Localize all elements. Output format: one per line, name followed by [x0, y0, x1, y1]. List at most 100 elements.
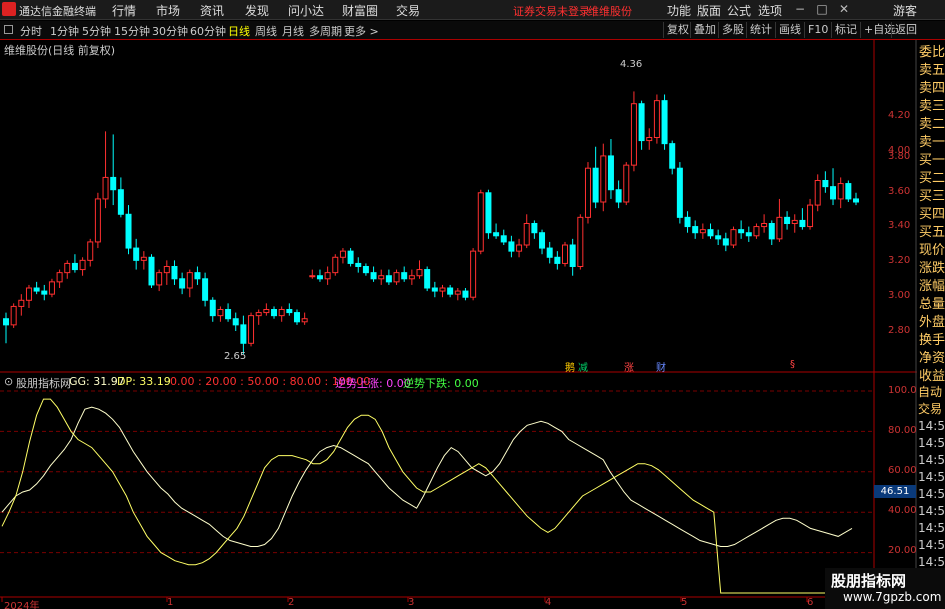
- chart-area[interactable]: [0, 40, 945, 609]
- candle-body: [25, 287, 32, 301]
- event-marker[interactable]: 财: [656, 359, 666, 374]
- indicator-dp-value: DP: 33.19: [117, 375, 171, 388]
- quote-field-label: 卖四: [919, 81, 945, 96]
- menu-options[interactable]: 选项: [758, 2, 782, 19]
- period-multi[interactable]: 多周期: [309, 23, 342, 39]
- candle-body: [255, 312, 262, 317]
- period-monthly[interactable]: 月线: [282, 23, 304, 39]
- event-marker[interactable]: 减: [578, 359, 588, 374]
- candle-body: [791, 219, 798, 225]
- event-marker[interactable]: §: [790, 359, 795, 370]
- candle-body: [18, 299, 25, 307]
- menu-item-market[interactable]: 市场: [156, 2, 180, 19]
- period-daily[interactable]: 日线: [228, 23, 250, 39]
- candle-body: [753, 226, 760, 237]
- candle-body: [584, 167, 591, 218]
- menu-item-trade[interactable]: 交易: [396, 2, 420, 19]
- user-guest[interactable]: 游客: [893, 2, 917, 19]
- close-icon[interactable]: ✕: [836, 1, 852, 17]
- x-axis-label: 6: [807, 597, 814, 608]
- period-weekly[interactable]: 周线: [255, 23, 277, 39]
- btn-back[interactable]: 返回: [891, 22, 920, 38]
- candle-body: [401, 272, 408, 280]
- quote-field-label: 买三: [919, 189, 945, 204]
- candle-body: [439, 287, 446, 292]
- quote-field-label: 卖一: [919, 135, 945, 150]
- candle-body: [638, 103, 645, 142]
- period-timeshare[interactable]: 分时: [20, 23, 42, 39]
- candle-body: [569, 244, 576, 267]
- candle-body: [385, 275, 392, 283]
- btn-stats[interactable]: 统计: [746, 22, 775, 38]
- menu-item-wealth[interactable]: 财富圈: [342, 2, 378, 19]
- btn-multi-stock[interactable]: 多股: [718, 22, 747, 38]
- menu-item-discover[interactable]: 发现: [245, 2, 269, 19]
- trade-time-label: 14:56: [918, 470, 945, 484]
- candle-body: [493, 232, 500, 237]
- btn-mark[interactable]: 标记: [831, 22, 860, 38]
- maximize-icon[interactable]: □: [814, 1, 830, 17]
- candle-body: [470, 250, 477, 298]
- menu-formula[interactable]: 公式: [727, 2, 751, 19]
- minimize-icon[interactable]: −: [792, 1, 808, 17]
- quote-field-label: 买二: [919, 171, 945, 186]
- btn-draw[interactable]: 画线: [775, 22, 804, 38]
- candle-body: [332, 256, 339, 274]
- gg-line: [1, 406, 853, 547]
- trade-mode-label[interactable]: 自动: [917, 384, 945, 401]
- candle-body: [431, 287, 438, 292]
- indicator-name[interactable]: 股朋指标网: [16, 375, 71, 391]
- candle-body: [799, 219, 806, 228]
- menu-function[interactable]: 功能: [667, 2, 691, 19]
- period-30min[interactable]: 30分钟: [152, 23, 188, 39]
- menu-item-quotes[interactable]: 行情: [112, 2, 136, 19]
- event-marker[interactable]: 鹅: [565, 359, 575, 374]
- trade-time-label: 14:56: [918, 521, 945, 535]
- candle-body: [707, 229, 714, 237]
- quote-field-label: 涨跌: [919, 261, 945, 276]
- quote-field-label: 委比: [919, 45, 945, 60]
- period-more[interactable]: 更多 >: [344, 23, 379, 39]
- menu-layout[interactable]: 版面: [697, 2, 721, 19]
- candle-body: [355, 262, 362, 268]
- trade-time-label: 14:56: [918, 453, 945, 467]
- trade-time-label: 14:56: [918, 487, 945, 501]
- x-axis-label: 5: [681, 597, 688, 608]
- watermark-url: www.7gpzb.com: [843, 590, 942, 604]
- candle-body: [730, 229, 737, 246]
- candle-body: [661, 100, 668, 145]
- btn-overlay[interactable]: 叠加: [690, 22, 719, 38]
- event-marker[interactable]: 涨: [624, 359, 634, 374]
- period-toolbar: 分时 1分钟 5分钟 15分钟 30分钟 60分钟 日线 周线 月线 多周期 更…: [0, 21, 945, 40]
- panel-toggle-icon[interactable]: [4, 25, 13, 34]
- candle-body: [454, 290, 461, 295]
- trade-mode-label[interactable]: 交易: [917, 401, 945, 418]
- btn-adjust[interactable]: 复权: [663, 22, 692, 38]
- candle-body: [447, 287, 454, 295]
- btn-f10[interactable]: F10: [804, 22, 831, 38]
- candle-body: [339, 250, 346, 258]
- menu-item-ask[interactable]: 问小达: [288, 2, 324, 19]
- candle-body: [79, 259, 86, 271]
- indicator-tick: 40.00: [888, 505, 917, 516]
- indicator-icon[interactable]: ⊙: [4, 375, 13, 388]
- candle-body: [807, 204, 814, 228]
- candle-body: [3, 318, 9, 326]
- low-price-label: 2.65: [224, 351, 247, 362]
- candle-body: [362, 266, 369, 274]
- app-logo-icon: [2, 2, 16, 16]
- period-5min[interactable]: 5分钟: [82, 23, 111, 39]
- quote-field-label: 净资: [919, 351, 945, 366]
- candle-body: [286, 309, 293, 314]
- quote-field-label: 卖二: [919, 117, 945, 132]
- price-tick: 3.20: [888, 255, 911, 266]
- period-15min[interactable]: 15分钟: [114, 23, 150, 39]
- candle-body: [293, 312, 300, 323]
- menu-item-news[interactable]: 资讯: [200, 2, 224, 19]
- candle-body: [768, 223, 775, 240]
- period-60min[interactable]: 60分钟: [190, 23, 226, 39]
- candle-body: [676, 167, 683, 218]
- period-1min[interactable]: 1分钟: [50, 23, 79, 39]
- login-warning[interactable]: 证券交易未登录: [513, 3, 590, 19]
- candle-body: [462, 290, 469, 298]
